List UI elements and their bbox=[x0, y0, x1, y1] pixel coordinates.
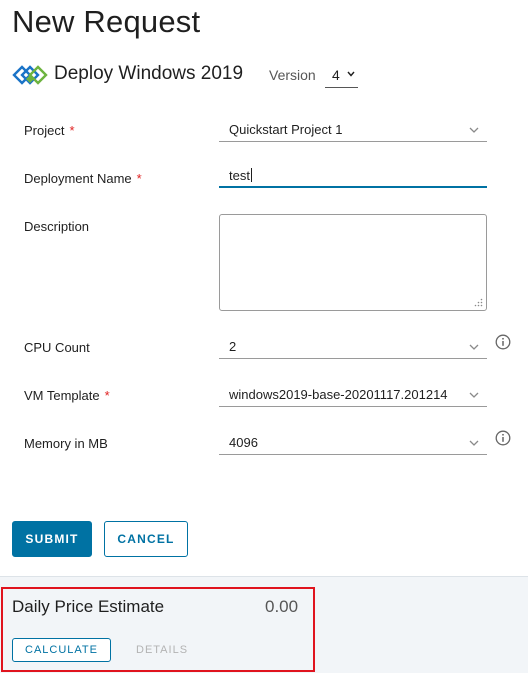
submit-button[interactable]: SUBMIT bbox=[12, 521, 92, 557]
cancel-button[interactable]: CANCEL bbox=[104, 521, 188, 557]
info-icon[interactable] bbox=[495, 334, 511, 350]
info-icon[interactable] bbox=[495, 430, 511, 446]
version-value: 4 bbox=[332, 67, 340, 83]
chevron-down-icon bbox=[469, 127, 479, 133]
cpu-count-select[interactable]: 2 bbox=[219, 334, 487, 359]
project-value: Quickstart Project 1 bbox=[229, 122, 343, 137]
details-button[interactable]: DETAILS bbox=[136, 644, 188, 656]
cpu-count-value: 2 bbox=[229, 339, 237, 354]
required-marker: * bbox=[136, 171, 142, 186]
deployment-name-value: test bbox=[229, 168, 252, 183]
new-request-page: New Request Deploy Windows 2019 Version … bbox=[0, 0, 528, 673]
calculate-button[interactable]: CALCULATE bbox=[12, 638, 111, 662]
version-label: Version bbox=[269, 67, 316, 83]
description-label: Description bbox=[24, 219, 90, 234]
chevron-down-icon bbox=[469, 344, 479, 350]
project-label: Project * bbox=[24, 123, 75, 138]
vm-template-select[interactable]: windows2019-base-20201117.201214 bbox=[219, 382, 487, 407]
memory-value: 4096 bbox=[229, 435, 258, 450]
blueprint-logo-icon bbox=[12, 65, 48, 85]
estimate-title: Daily Price Estimate bbox=[12, 597, 165, 616]
project-select[interactable]: Quickstart Project 1 bbox=[219, 117, 487, 142]
deployment-name-label: Deployment Name * bbox=[24, 171, 142, 186]
estimate-value: 0.00 bbox=[265, 597, 299, 616]
resize-grip-icon[interactable] bbox=[474, 298, 483, 307]
chevron-down-icon bbox=[347, 71, 355, 77]
version-select[interactable]: 4 bbox=[325, 61, 358, 88]
memory-select[interactable]: 4096 bbox=[219, 430, 487, 455]
vm-template-label: VM Template * bbox=[24, 388, 110, 403]
description-textarea[interactable] bbox=[219, 214, 487, 311]
chevron-down-icon bbox=[469, 392, 479, 398]
required-marker: * bbox=[69, 123, 75, 138]
blueprint-name: Deploy Windows 2019 bbox=[54, 63, 244, 84]
blueprint-header: Deploy Windows 2019 Version 4 bbox=[12, 58, 512, 92]
page-title: New Request bbox=[12, 4, 201, 39]
cpu-count-label: CPU Count bbox=[24, 340, 90, 355]
chevron-down-icon bbox=[469, 440, 479, 446]
required-marker: * bbox=[104, 388, 110, 403]
deployment-name-input[interactable]: test bbox=[219, 163, 487, 188]
vm-template-value: windows2019-base-20201117.201214 bbox=[229, 387, 448, 402]
text-caret bbox=[250, 168, 252, 182]
memory-label: Memory in MB bbox=[24, 436, 108, 451]
